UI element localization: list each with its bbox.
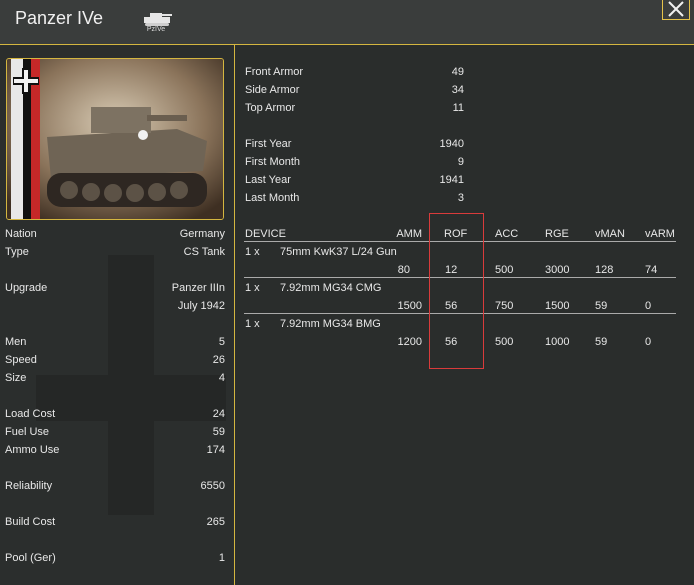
nation-value: Germany — [179, 228, 225, 240]
upgrade-date: July 1942 — [177, 300, 225, 312]
device-3-rge: 1000 — [545, 336, 570, 348]
first-month-value: 9 — [457, 156, 464, 168]
top-armor-value: 11 — [452, 102, 464, 114]
ammo-use-label: Ammo Use — [5, 444, 60, 456]
title-bar: Panzer IVe PzIVe — [0, 0, 694, 44]
device-3-vman: 59 — [595, 336, 608, 348]
side-armor-label: Side Armor — [245, 84, 300, 96]
device-1-rge: 3000 — [545, 264, 570, 276]
build-cost-value: 265 — [206, 516, 225, 528]
build-cost-label: Build Cost — [5, 516, 56, 528]
size-label: Size — [5, 372, 27, 384]
unit-photo — [6, 58, 224, 220]
men-label: Men — [5, 336, 27, 348]
load-cost-label: Load Cost — [5, 408, 56, 420]
first-month-label: First Month — [245, 156, 301, 168]
device-3-acc: 500 — [495, 336, 514, 348]
device-2-name[interactable]: 7.92mm MG34 CMG — [280, 282, 381, 294]
device-3-qty: 1 x — [245, 318, 260, 330]
tank-icon: PzIVe — [138, 9, 174, 37]
type-value: CS Tank — [183, 246, 225, 258]
rof-column-highlight — [429, 213, 484, 369]
device-3-amm: 1200 — [397, 336, 422, 348]
load-cost-value: 24 — [212, 408, 225, 420]
front-armor-value: 49 — [451, 66, 464, 78]
close-button[interactable] — [662, 0, 690, 20]
device-header: DEVICE — [245, 228, 286, 240]
fuel-use-value: 59 — [212, 426, 225, 438]
amm-header: AMM — [396, 228, 422, 240]
pool-value: 1 — [218, 552, 225, 564]
device-2-vman: 59 — [595, 300, 608, 312]
speed-value: 26 — [212, 354, 225, 366]
reliability-value: 6550 — [200, 480, 225, 492]
type-label: Type — [5, 246, 29, 258]
device-2-qty: 1 x — [245, 282, 260, 294]
device-2-rge: 1500 — [545, 300, 570, 312]
last-month-value: 3 — [457, 192, 464, 204]
device-1-acc: 500 — [495, 264, 514, 276]
first-year-label: First Year — [245, 138, 292, 150]
close-icon — [668, 1, 684, 17]
upgrade-label: Upgrade — [5, 282, 48, 294]
unit-title: Panzer IVe — [15, 8, 104, 28]
device-1-name[interactable]: 75mm KwK37 L/24 Gun — [280, 246, 397, 258]
device-1-vman: 128 — [595, 264, 614, 276]
upgrade-value[interactable]: Panzer IIIn — [115, 282, 225, 294]
device-2-amm: 1500 — [397, 300, 422, 312]
device-1-varm: 74 — [645, 264, 658, 276]
reliability-label: Reliability — [5, 480, 53, 492]
front-armor-label: Front Armor — [245, 66, 304, 78]
nation-label: Nation — [5, 228, 37, 240]
first-year-value: 1940 — [439, 138, 464, 150]
varm-header: vARM — [645, 228, 675, 240]
rge-header: RGE — [545, 228, 569, 240]
device-1-amm: 80 — [397, 264, 410, 276]
top-armor-label: Top Armor — [245, 102, 296, 114]
fuel-use-label: Fuel Use — [5, 426, 50, 438]
device-2-acc: 750 — [495, 300, 514, 312]
device-3-varm: 0 — [645, 336, 652, 348]
ammo-use-value: 174 — [206, 444, 225, 456]
last-month-label: Last Month — [245, 192, 300, 204]
last-year-label: Last Year — [245, 174, 291, 186]
last-year-value: 1941 — [439, 174, 464, 186]
vman-header: vMAN — [595, 228, 625, 240]
speed-label: Speed — [5, 354, 37, 366]
side-armor-value: 34 — [451, 84, 464, 96]
acc-header: ACC — [495, 228, 519, 240]
device-1-qty: 1 x — [245, 246, 260, 258]
unit-icon-label: PzIVe — [146, 26, 166, 33]
device-2-varm: 0 — [645, 300, 652, 312]
device-3-name[interactable]: 7.92mm MG34 BMG — [280, 318, 381, 330]
size-value: 4 — [218, 372, 225, 384]
pool-label: Pool (Ger) — [5, 552, 56, 564]
men-value: 5 — [218, 336, 225, 348]
